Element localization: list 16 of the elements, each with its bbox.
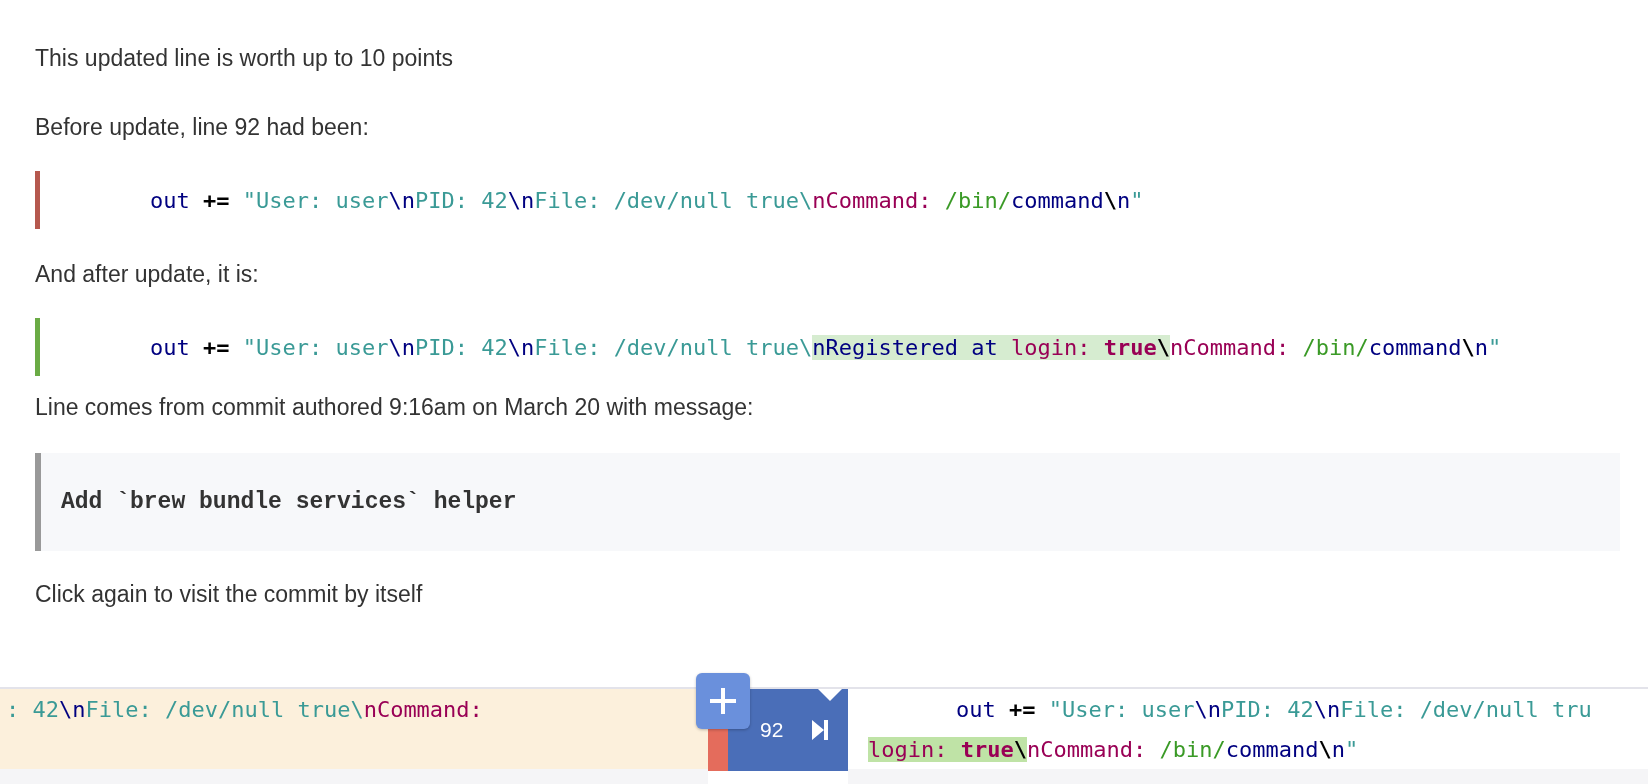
add-button[interactable] (696, 673, 750, 729)
before-label: Before update, line 92 had been: (35, 113, 369, 142)
notch-icon (818, 689, 842, 701)
code-line: login: true\nCommand: /bin/command\n" (868, 736, 1359, 762)
skip-to-end-icon[interactable] (811, 719, 830, 741)
footer-text: Click again to visit the commit by itself (35, 580, 423, 609)
line-number: 92 (760, 718, 784, 742)
commit-label: Line comes from commit authored 9:16am on March 20 with message: (35, 393, 754, 422)
code-line: out += "User: user\nPID: 42\nFile: /dev/null true\nCommand: /bin/command\n" (150, 187, 1144, 213)
intro-text: This updated line is worth up to 10 points (35, 44, 454, 73)
after-label: And after update, it is: (35, 260, 259, 289)
commit-message: Add `brew bundle services` helper (61, 489, 517, 515)
plus-icon (708, 686, 738, 716)
code-line: : 42\nFile: /dev/null true\nCommand: (6, 696, 483, 722)
code-line: out += "User: user\nPID: 42\nFile: /dev/null true\nRegistered at login: true\nCommand: /bin/command\n" (150, 334, 1502, 360)
code-line: out += "User: user\nPID: 42\nFile: /dev/null tru (956, 696, 1592, 722)
